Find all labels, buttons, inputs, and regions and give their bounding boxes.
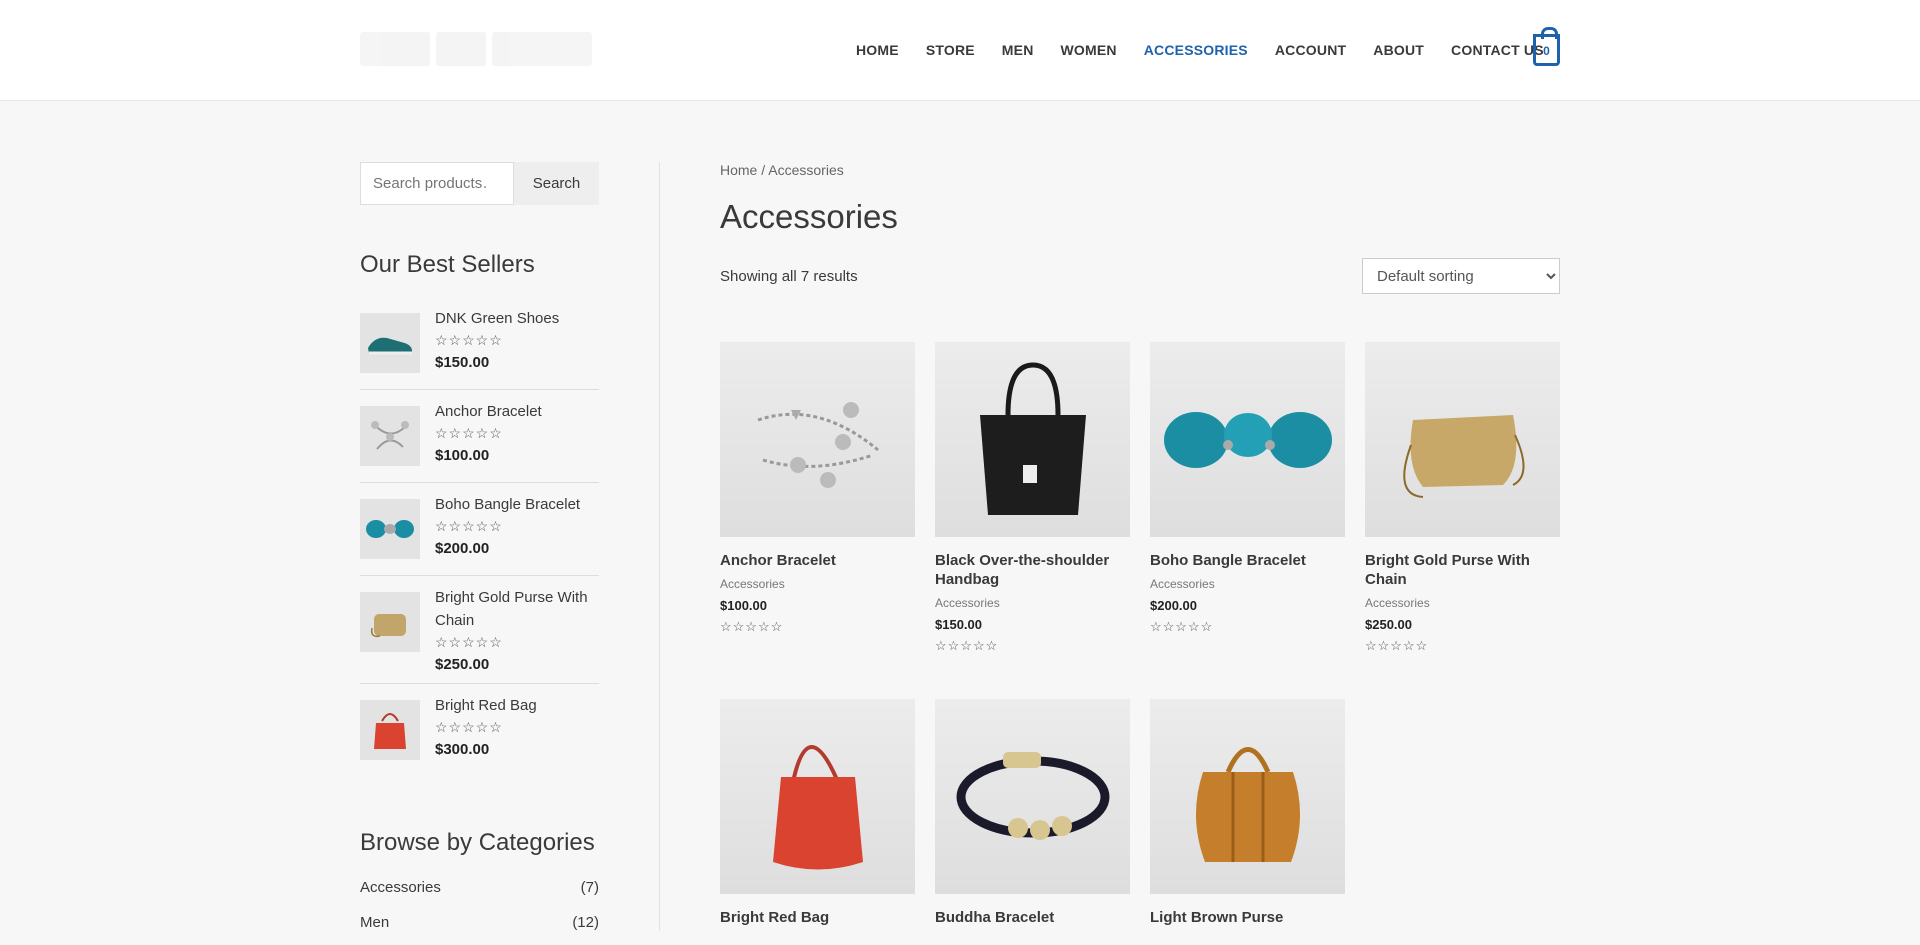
product-category: Accessories xyxy=(1365,596,1430,610)
product-image[interactable] xyxy=(1365,342,1560,537)
product-price: $200.00 xyxy=(1150,598,1197,613)
breadcrumb-current: Accessories xyxy=(768,162,844,178)
product-card[interactable]: Bright Gold Purse With Chain Accessories… xyxy=(1365,342,1560,654)
best-seller-name[interactable]: Bright Red Bag xyxy=(435,694,599,717)
best-seller-item[interactable]: Anchor Bracelet ☆☆☆☆☆ $100.00 xyxy=(360,390,599,483)
site-header: HOME STORE MEN WOMEN ACCESSORIES ACCOUNT… xyxy=(0,0,1920,101)
product-name[interactable]: Bright Gold Purse With Chain xyxy=(1365,551,1560,589)
breadcrumb-separator: / xyxy=(757,162,769,178)
product-card[interactable]: Black Over-the-shoulder Handbag Accessor… xyxy=(935,342,1130,654)
product-price: $250.00 xyxy=(1365,617,1412,632)
search-button[interactable]: Search xyxy=(514,162,599,205)
bracelet-icon[interactable] xyxy=(360,406,420,466)
star-rating: ☆☆☆☆☆ xyxy=(435,425,503,441)
nav-accessories[interactable]: ACCESSORIES xyxy=(1144,42,1248,58)
best-seller-item[interactable]: Bright Gold Purse With Chain ☆☆☆☆☆ $250.… xyxy=(360,576,599,684)
best-seller-price: $200.00 xyxy=(435,540,490,557)
nav-men[interactable]: MEN xyxy=(1002,42,1034,58)
nav-home[interactable]: HOME xyxy=(856,42,899,58)
nav-store[interactable]: STORE xyxy=(926,42,975,58)
cart-count: 0 xyxy=(1543,44,1550,58)
product-image[interactable] xyxy=(1150,699,1345,894)
nav-women[interactable]: WOMEN xyxy=(1061,42,1117,58)
best-seller-name[interactable]: Anchor Bracelet xyxy=(435,400,599,423)
product-card[interactable]: Light Brown Purse xyxy=(1150,699,1345,927)
product-price: $100.00 xyxy=(720,598,767,613)
nav-about[interactable]: ABOUT xyxy=(1373,42,1424,58)
cart-icon[interactable]: 0 xyxy=(1533,27,1560,66)
star-rating: ☆☆☆☆☆ xyxy=(435,719,503,735)
best-sellers-list: DNK Green Shoes ☆☆☆☆☆ $150.00 Anchor Bra… xyxy=(360,297,599,777)
categories-list: Accessories (7) Men (12) xyxy=(360,875,599,945)
categories-title: Browse by Categories xyxy=(360,829,595,856)
product-image[interactable] xyxy=(935,699,1130,894)
star-rating: ☆☆☆☆☆ xyxy=(1365,638,1429,653)
best-seller-name[interactable]: Bright Gold Purse With Chain xyxy=(435,586,599,632)
sidebar: Search Our Best Sellers DNK Green Shoes … xyxy=(360,162,599,945)
site-logo[interactable] xyxy=(360,20,600,78)
product-image[interactable] xyxy=(720,342,915,537)
best-seller-name[interactable]: Boho Bangle Bracelet xyxy=(435,493,599,516)
nav-contact-us[interactable]: CONTACT US xyxy=(1451,42,1544,58)
best-seller-name[interactable]: DNK Green Shoes xyxy=(435,307,599,330)
category-name[interactable]: Men xyxy=(360,910,389,945)
best-seller-item[interactable]: Bright Red Bag ☆☆☆☆☆ $300.00 xyxy=(360,684,599,777)
main-content: Home / Accessories Accessories Showing a… xyxy=(720,162,1560,926)
category-count: (12) xyxy=(572,914,599,931)
category-count: (7) xyxy=(580,879,599,896)
product-image[interactable] xyxy=(720,699,915,894)
sort-select[interactable]: Default sorting xyxy=(1362,258,1560,294)
search-input[interactable] xyxy=(360,162,514,205)
best-seller-item[interactable]: Boho Bangle Bracelet ☆☆☆☆☆ $200.00 xyxy=(360,483,599,576)
product-card[interactable]: Buddha Bracelet xyxy=(935,699,1130,927)
breadcrumb: Home / Accessories xyxy=(720,162,1560,178)
best-seller-price: $300.00 xyxy=(435,741,490,758)
bangle-icon[interactable] xyxy=(360,499,420,559)
breadcrumb-home[interactable]: Home xyxy=(720,162,757,178)
product-search-form: Search xyxy=(360,162,599,205)
star-rating: ☆☆☆☆☆ xyxy=(720,619,784,634)
page-title: Accessories xyxy=(720,198,898,235)
bag-icon[interactable] xyxy=(360,700,420,760)
shoe-icon[interactable] xyxy=(360,313,420,373)
best-seller-price: $250.00 xyxy=(435,656,490,673)
product-name[interactable]: Bright Red Bag xyxy=(720,908,915,927)
purse-icon[interactable] xyxy=(360,592,420,652)
product-price: $150.00 xyxy=(935,617,982,632)
best-seller-price: $100.00 xyxy=(435,447,490,464)
best-seller-price: $150.00 xyxy=(435,354,490,371)
star-rating: ☆☆☆☆☆ xyxy=(1150,619,1214,634)
sidebar-divider xyxy=(659,162,660,931)
result-count: Showing all 7 results xyxy=(720,267,858,285)
nav-account[interactable]: ACCOUNT xyxy=(1275,42,1346,58)
product-image[interactable] xyxy=(1150,342,1345,537)
star-rating: ☆☆☆☆☆ xyxy=(435,634,503,650)
category-item[interactable]: Men (12) xyxy=(360,910,599,945)
product-card[interactable]: Anchor Bracelet Accessories $100.00 ☆☆☆☆… xyxy=(720,342,915,635)
star-rating: ☆☆☆☆☆ xyxy=(435,518,503,534)
product-card[interactable]: Boho Bangle Bracelet Accessories $200.00… xyxy=(1150,342,1345,635)
best-sellers-title: Our Best Sellers xyxy=(360,251,535,278)
star-rating: ☆☆☆☆☆ xyxy=(435,332,503,348)
main-nav: HOME STORE MEN WOMEN ACCESSORIES ACCOUNT… xyxy=(856,42,1571,58)
results-toolbar: Showing all 7 results Default sorting xyxy=(720,258,1560,294)
product-category: Accessories xyxy=(720,577,785,591)
product-card[interactable]: Bright Red Bag xyxy=(720,699,915,927)
product-category: Accessories xyxy=(935,596,1000,610)
product-image[interactable] xyxy=(935,342,1130,537)
product-name[interactable]: Light Brown Purse xyxy=(1150,908,1345,927)
category-name[interactable]: Accessories xyxy=(360,875,441,910)
product-name[interactable]: Buddha Bracelet xyxy=(935,908,1130,927)
category-item[interactable]: Accessories (7) xyxy=(360,875,599,910)
product-name[interactable]: Boho Bangle Bracelet xyxy=(1150,551,1345,570)
product-name[interactable]: Anchor Bracelet xyxy=(720,551,915,570)
best-seller-item[interactable]: DNK Green Shoes ☆☆☆☆☆ $150.00 xyxy=(360,297,599,390)
star-rating: ☆☆☆☆☆ xyxy=(935,638,999,653)
product-name[interactable]: Black Over-the-shoulder Handbag xyxy=(935,551,1130,589)
product-category: Accessories xyxy=(1150,577,1215,591)
